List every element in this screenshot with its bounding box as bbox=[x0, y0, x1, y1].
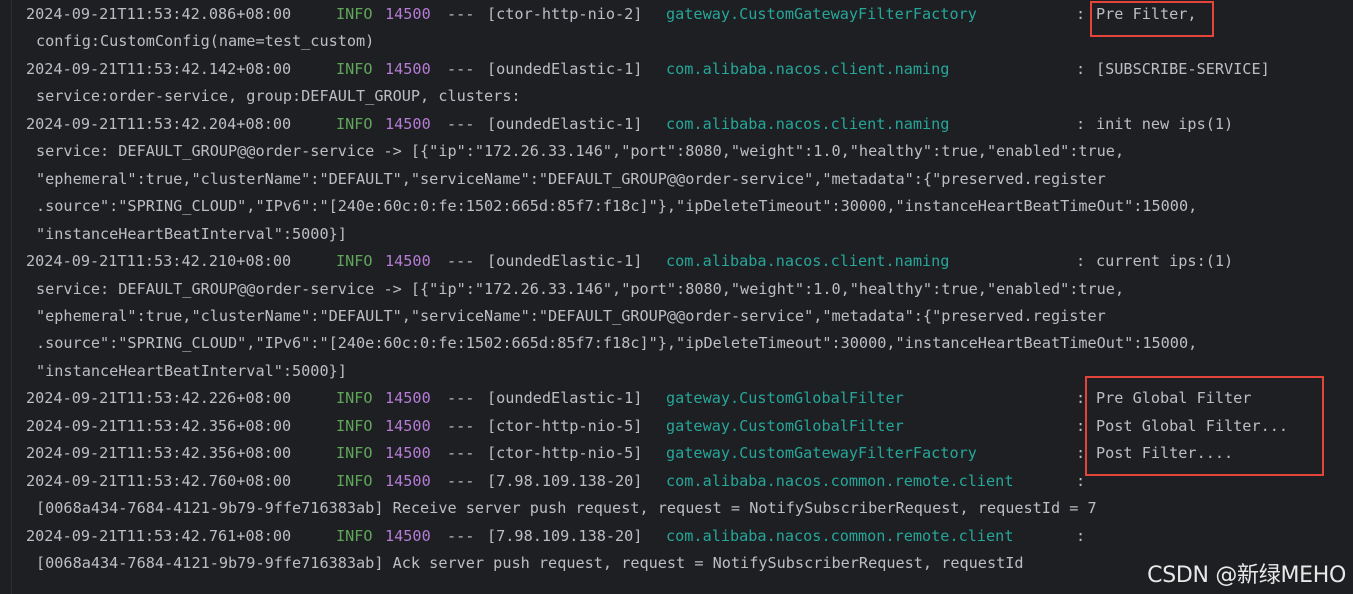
log-continuation-line[interactable]: config:CustomConfig(name=test_custom) bbox=[36, 28, 374, 55]
log-pid: 14500 bbox=[385, 526, 431, 545]
log-continuation-line[interactable]: service:order-service, group:DEFAULT_GRO… bbox=[36, 83, 521, 110]
log-logger: com.alibaba.nacos.common.remote.client bbox=[666, 526, 1014, 545]
log-thread: [7.98.109.138-20] bbox=[487, 471, 643, 490]
highlight-global-filters bbox=[1085, 376, 1324, 476]
log-separator: --- bbox=[447, 471, 475, 490]
log-logger: com.alibaba.nacos.client.naming bbox=[666, 252, 950, 271]
log-line[interactable]: 2024-09-21T11:53:42.210+08:00 INFO 14500 --… bbox=[26, 248, 1316, 275]
log-logger: gateway.CustomGlobalFilter bbox=[666, 416, 904, 435]
log-pid: 14500 bbox=[385, 252, 431, 271]
log-continuation-line[interactable]: "instanceHeartBeatInterval":5000}] bbox=[36, 221, 347, 248]
log-level: INFO bbox=[336, 59, 373, 78]
log-line[interactable]: 2024-09-21T11:53:42.204+08:00 INFO 14500 --… bbox=[26, 111, 1316, 138]
log-level: INFO bbox=[336, 444, 373, 463]
log-timestamp: 2024-09-21T11:53:42.204+08:00 bbox=[26, 114, 292, 133]
log-timestamp: 2024-09-21T11:53:42.760+08:00 bbox=[26, 471, 292, 490]
log-level: INFO bbox=[336, 389, 373, 408]
log-thread: [ctor-http-nio-5] bbox=[487, 416, 643, 435]
log-level: INFO bbox=[336, 471, 373, 490]
log-continuation-line[interactable]: service: DEFAULT_GROUP@@order-service ->… bbox=[36, 276, 1124, 303]
log-thread: [ctor-http-nio-5] bbox=[487, 444, 643, 463]
log-timestamp: 2024-09-21T11:53:42.761+08:00 bbox=[26, 526, 292, 545]
log-colon: : bbox=[1076, 416, 1086, 435]
log-level: INFO bbox=[336, 252, 373, 271]
log-logger: gateway.CustomGatewayFilterFactory bbox=[666, 5, 977, 23]
console-gutter bbox=[11, 0, 12, 594]
log-thread: [ctor-http-nio-2] bbox=[487, 5, 643, 23]
log-timestamp: 2024-09-21T11:53:42.086+08:00 bbox=[26, 5, 292, 23]
log-continuation-line[interactable]: [0068a434-7684-4121-9b79-9ffe716383ab] R… bbox=[36, 495, 1097, 522]
log-colon: : bbox=[1076, 389, 1086, 408]
log-colon: : bbox=[1076, 471, 1086, 490]
log-continuation-line[interactable]: service: DEFAULT_GROUP@@order-service ->… bbox=[36, 138, 1124, 165]
log-separator: --- bbox=[447, 114, 475, 133]
log-separator: --- bbox=[447, 389, 475, 408]
log-continuation-line[interactable]: "instanceHeartBeatInterval":5000}] bbox=[36, 358, 347, 385]
log-colon: : bbox=[1076, 5, 1086, 23]
log-line[interactable]: 2024-09-21T11:53:42.142+08:00 INFO 14500 --… bbox=[26, 56, 1316, 83]
log-separator: --- bbox=[447, 416, 475, 435]
log-continuation-line[interactable]: "ephemeral":true,"clusterName":"DEFAULT"… bbox=[36, 166, 1106, 193]
log-line[interactable]: 2024-09-21T11:53:42.761+08:00 INFO 14500 --… bbox=[26, 523, 1316, 550]
log-pid: 14500 bbox=[385, 5, 431, 23]
log-continuation-line[interactable]: .source":"SPRING_CLOUD","IPv6":"[240e:60… bbox=[36, 193, 1197, 220]
log-timestamp: 2024-09-21T11:53:42.356+08:00 bbox=[26, 416, 292, 435]
log-continuation-line[interactable]: .source":"SPRING_CLOUD","IPv6":"[240e:60… bbox=[36, 330, 1197, 357]
log-timestamp: 2024-09-21T11:53:42.142+08:00 bbox=[26, 59, 292, 78]
log-thread: [oundedElastic-1] bbox=[487, 252, 643, 271]
log-colon: : bbox=[1076, 444, 1086, 463]
log-logger: com.alibaba.nacos.common.remote.client bbox=[666, 471, 1014, 490]
log-colon: : bbox=[1076, 59, 1086, 78]
log-continuation-line[interactable]: "ephemeral":true,"clusterName":"DEFAULT"… bbox=[36, 303, 1106, 330]
log-pid: 14500 bbox=[385, 416, 431, 435]
log-level: INFO bbox=[336, 5, 373, 23]
log-level: INFO bbox=[336, 114, 373, 133]
log-pid: 14500 bbox=[385, 471, 431, 490]
log-thread: [oundedElastic-1] bbox=[487, 59, 643, 78]
log-colon: : bbox=[1076, 114, 1086, 133]
log-logger: com.alibaba.nacos.client.naming bbox=[666, 114, 950, 133]
log-message: current ips:(1) bbox=[1096, 252, 1234, 271]
log-separator: --- bbox=[447, 5, 475, 23]
log-colon: : bbox=[1076, 252, 1086, 271]
console-output[interactable]: 2024-09-21T11:53:42.086+08:00 INFO 14500 --… bbox=[0, 0, 1353, 594]
log-logger: com.alibaba.nacos.client.naming bbox=[666, 59, 950, 78]
log-timestamp: 2024-09-21T11:53:42.210+08:00 bbox=[26, 252, 292, 271]
log-thread: [oundedElastic-1] bbox=[487, 114, 643, 133]
log-message: [SUBSCRIBE-SERVICE] bbox=[1096, 59, 1270, 78]
log-pid: 14500 bbox=[385, 114, 431, 133]
log-continuation-line[interactable]: [0068a434-7684-4121-9b79-9ffe716383ab] A… bbox=[36, 550, 1024, 577]
log-message: init new ips(1) bbox=[1096, 114, 1234, 133]
highlight-pre-filter bbox=[1090, 1, 1214, 37]
log-colon: : bbox=[1076, 526, 1086, 545]
log-separator: --- bbox=[447, 444, 475, 463]
log-logger: gateway.CustomGatewayFilterFactory bbox=[666, 444, 977, 463]
log-separator: --- bbox=[447, 59, 475, 78]
log-pid: 14500 bbox=[385, 389, 431, 408]
log-separator: --- bbox=[447, 252, 475, 271]
log-timestamp: 2024-09-21T11:53:42.356+08:00 bbox=[26, 444, 292, 463]
log-logger: gateway.CustomGlobalFilter bbox=[666, 389, 904, 408]
watermark-text: CSDN @新绿MEHO bbox=[1147, 563, 1346, 588]
log-thread: [7.98.109.138-20] bbox=[487, 526, 643, 545]
log-separator: --- bbox=[447, 526, 475, 545]
log-level: INFO bbox=[336, 526, 373, 545]
log-pid: 14500 bbox=[385, 444, 431, 463]
log-timestamp: 2024-09-21T11:53:42.226+08:00 bbox=[26, 389, 292, 408]
log-level: INFO bbox=[336, 416, 373, 435]
log-pid: 14500 bbox=[385, 59, 431, 78]
log-thread: [oundedElastic-1] bbox=[487, 389, 643, 408]
